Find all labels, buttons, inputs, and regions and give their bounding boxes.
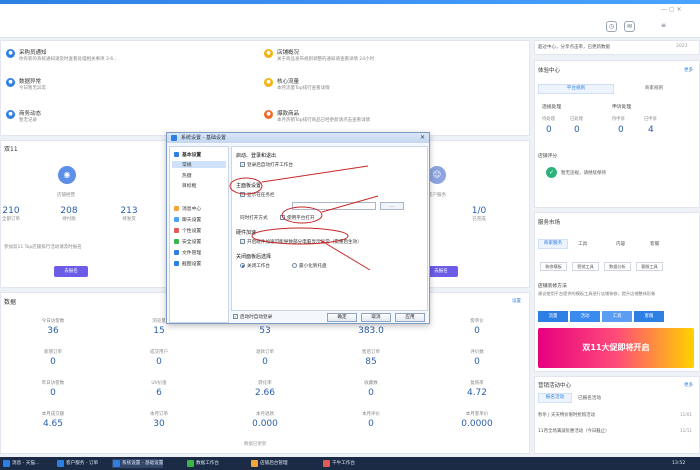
annotation-line — [321, 195, 379, 213]
taskbar: 消息 - 天猫... 客户服务 - 订单 系统设置 - 基础设置 数据工作台 店… — [0, 457, 700, 470]
annotation-circle — [251, 227, 349, 245]
annotation-circle — [229, 177, 263, 195]
app-icon — [57, 460, 64, 467]
annotation-line — [261, 165, 369, 183]
app-icon — [113, 460, 120, 467]
taskbar-item[interactable]: 数据工作台 — [186, 459, 219, 468]
annotation-circle — [281, 206, 323, 224]
app-icon — [3, 460, 10, 467]
clock: 13:52 — [672, 461, 686, 466]
taskbar-item[interactable]: 千牛工作台 — [322, 459, 355, 468]
taskbar-item[interactable]: 消息 - 天猫... — [2, 459, 39, 468]
app-icon — [251, 460, 258, 467]
taskbar-item[interactable]: 店铺后台管理 — [250, 459, 288, 468]
taskbar-item[interactable]: 客户服务 - 订单 — [56, 459, 98, 468]
annotation-line — [319, 239, 371, 271]
annotation-overlay — [229, 165, 379, 271]
taskbar-item-active[interactable]: 系统设置 - 基础设置 — [112, 459, 164, 468]
app-icon — [187, 460, 194, 467]
app-icon — [323, 460, 330, 467]
